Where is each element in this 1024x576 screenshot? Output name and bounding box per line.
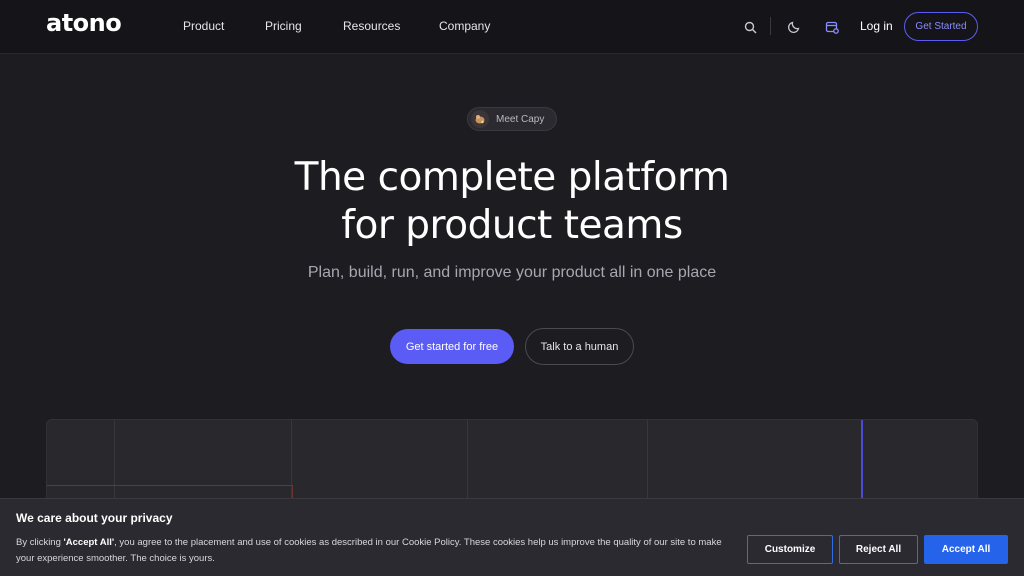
talk-to-human-button[interactable]: Talk to a human xyxy=(525,328,634,365)
meet-capy-pill[interactable]: Meet Capy xyxy=(467,107,557,131)
cookie-text: By clicking 'Accept All', you agree to t… xyxy=(16,535,736,567)
hero-title: The complete platform for product teams xyxy=(212,154,812,250)
get-started-free-button[interactable]: Get started for free xyxy=(390,329,514,364)
cookie-banner: We care about your privacy By clicking '… xyxy=(0,498,1024,576)
cookie-text-prefix: By clicking xyxy=(16,537,64,548)
reject-all-button[interactable]: Reject All xyxy=(839,535,918,564)
moon-icon[interactable] xyxy=(784,17,804,37)
accept-all-button[interactable]: Accept All xyxy=(924,535,1008,564)
page: atono Product Pricing Resources Company … xyxy=(0,0,1024,576)
hero-title-line-2: for product teams xyxy=(341,203,683,248)
cookie-text-suffix: , you agree to the placement and use of … xyxy=(16,537,722,564)
atono-logo[interactable]: atono xyxy=(46,9,122,37)
nav-company[interactable]: Company xyxy=(439,19,490,33)
nav-product[interactable]: Product xyxy=(183,19,224,33)
pill-label: Meet Capy xyxy=(496,113,545,125)
cookie-title: We care about your privacy xyxy=(16,511,173,525)
cookie-text-bold: 'Accept All' xyxy=(63,537,115,548)
login-link[interactable]: Log in xyxy=(860,19,893,33)
hero-title-line-1: The complete platform xyxy=(294,155,730,200)
hero-subtitle: Plan, build, run, and improve your produ… xyxy=(307,264,717,281)
top-navbar: atono Product Pricing Resources Company … xyxy=(0,0,1024,54)
header-divider xyxy=(770,17,771,35)
calendar-icon[interactable] xyxy=(822,17,842,37)
search-icon[interactable] xyxy=(740,17,760,37)
capy-avatar xyxy=(471,110,489,128)
get-started-button[interactable]: Get Started xyxy=(904,12,978,41)
nav-resources[interactable]: Resources xyxy=(343,19,400,33)
customize-button[interactable]: Customize xyxy=(747,535,833,564)
nav-pricing[interactable]: Pricing xyxy=(265,19,302,33)
